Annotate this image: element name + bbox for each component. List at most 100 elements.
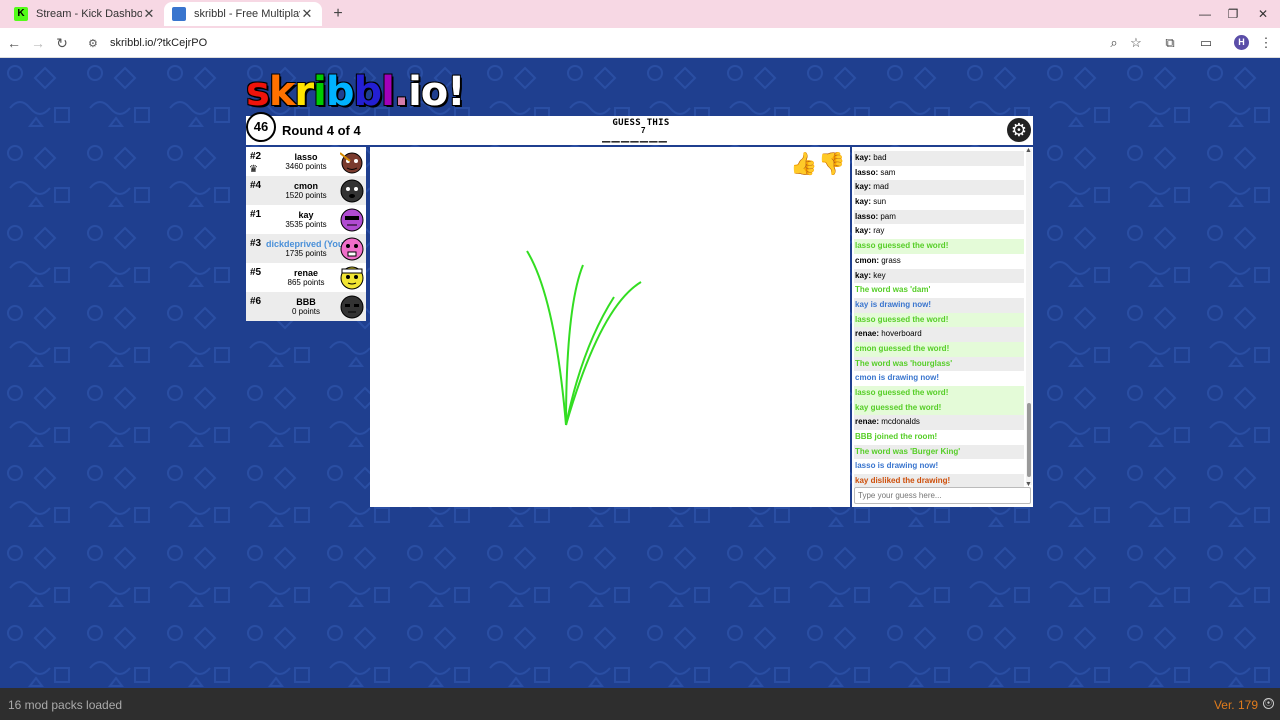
forward-icon[interactable]: →: [28, 33, 48, 53]
address-bar: ← → ↻ ⚙ skribbl.io/?tkCejrPO ⌕ ☆ ⧉ ▭ H ⋮: [0, 28, 1280, 58]
skribbl-favicon-icon: [172, 7, 186, 21]
chat-messages: kay: bad lasso: sam kay: mad kay: sun lasso:…: [854, 151, 1024, 487]
player-points: 1520 points: [285, 191, 327, 200]
logo-letter: b: [353, 69, 383, 115]
chat-username: cmon:: [855, 255, 882, 265]
player-name: lasso: [294, 152, 318, 162]
tab-title: Stream - Kick Dashboard: [36, 8, 142, 20]
restore-icon[interactable]: ❐: [1216, 0, 1250, 28]
player-rank: #5: [250, 267, 262, 278]
logo-letter: k: [268, 69, 296, 115]
chat-message: kay: sun: [854, 195, 1024, 210]
site-info-icon[interactable]: ⚙: [88, 37, 100, 50]
chat-username: lasso:: [855, 167, 881, 177]
chat-message: kay is drawing now!: [854, 297, 1024, 313]
drawing-canvas[interactable]: 👍 👎: [370, 147, 850, 507]
chat-panel: kay: bad lasso: sam kay: mad kay: sun lasso:…: [852, 147, 1033, 507]
tab-kick-dashboard[interactable]: K Stream - Kick Dashboard ✕: [6, 2, 164, 26]
round-indicator: Round 4 of 4: [282, 123, 361, 138]
chat-message: kay guessed the word!: [854, 400, 1024, 416]
chat-text: lasso guessed the word!: [855, 314, 949, 324]
version-info-icon[interactable]: ⦿: [1263, 698, 1274, 709]
chat-text: lasso guessed the word!: [855, 388, 949, 397]
chat-text: mcdonalds: [881, 417, 920, 427]
extensions-icon[interactable]: ⧉: [1160, 33, 1180, 53]
chat-username: renae:: [855, 329, 882, 339]
scroll-up-icon[interactable]: ▲: [1025, 147, 1032, 154]
close-tab-icon[interactable]: ✕: [142, 6, 156, 22]
chat-scrollbar[interactable]: ▲ ▼: [1025, 147, 1032, 488]
zoom-icon[interactable]: ⌕: [1104, 33, 1124, 53]
chat-text: key: [873, 270, 886, 280]
chat-text: bad: [873, 153, 887, 162]
status-bar: 16 mod packs loaded Ver. 179 ⦿: [0, 688, 1280, 720]
word-length: 7: [641, 126, 646, 135]
url-text: skribbl.io/?tkCejrPO: [110, 37, 208, 49]
chat-message: renae: mcdonalds: [854, 415, 1024, 431]
skribbl-logo: skribbl.io!: [246, 69, 466, 115]
logo-letter: s: [246, 69, 270, 115]
logo-letter: o: [420, 69, 449, 115]
player-avatar: [340, 295, 364, 319]
chat-message: cmon is drawing now!: [854, 371, 1024, 386]
player-row[interactable]: #6 BBB 0 points: [246, 292, 366, 321]
reload-icon[interactable]: ↻: [52, 33, 72, 53]
chat-text: hoverboard: [881, 329, 922, 339]
player-rank: #1: [250, 209, 262, 220]
profile-avatar[interactable]: H: [1234, 35, 1249, 50]
url-field[interactable]: ⚙ skribbl.io/?tkCejrPO: [80, 31, 1150, 55]
chat-text: cmon guessed the word!: [855, 343, 950, 353]
new-tab-icon[interactable]: +: [328, 4, 348, 24]
chat-text: The word was 'hourglass': [855, 358, 953, 368]
chat-text: lasso is drawing now!: [855, 461, 939, 471]
chat-message: kay: bad: [854, 151, 1024, 166]
mod-packs-status: 16 mod packs loaded: [8, 698, 123, 712]
chat-message: The word was 'dam': [854, 283, 1024, 298]
game-header: 46 Round 4 of 4 GUESS THIS _______ 7 ⚙: [246, 112, 1033, 145]
chat-message: cmon: grass: [854, 254, 1024, 269]
kick-favicon-icon: K: [14, 7, 28, 21]
player-points: 3535 points: [285, 220, 327, 229]
timer-clock-icon: 46: [246, 112, 276, 142]
bookmark-star-icon[interactable]: ☆: [1126, 33, 1146, 53]
chat-message: kay disliked the drawing!: [854, 474, 1024, 487]
drawing-strokes: [526, 250, 642, 426]
player-row[interactable]: #4 cmon 1520 points: [246, 176, 366, 205]
tab-search-icon[interactable]: ▭: [1196, 33, 1216, 53]
chat-text: kay is drawing now!: [855, 299, 932, 309]
player-rank: #4: [250, 180, 262, 191]
crown-icon: ♛: [249, 164, 258, 175]
player-points: 1735 points: [285, 249, 327, 258]
player-points: 3460 points: [285, 162, 327, 171]
player-avatar: [340, 237, 364, 261]
player-row[interactable]: #3 dickdeprived (You) 1735 points: [246, 234, 366, 263]
tab-bar: K Stream - Kick Dashboard ✕ skribbl - Fr…: [0, 0, 1280, 28]
chat-message: lasso is drawing now!: [854, 459, 1024, 474]
logo-letter: r: [294, 69, 314, 115]
player-points: 0 points: [291, 307, 321, 316]
chat-message: lasso guessed the word!: [854, 312, 1024, 328]
player-name: cmon: [293, 181, 318, 191]
logo-letter: b: [325, 69, 355, 115]
back-icon[interactable]: ←: [4, 33, 24, 53]
player-row[interactable]: #2 ♛ lasso 3460 points: [246, 147, 366, 176]
close-tab-icon[interactable]: ✕: [300, 6, 314, 22]
tab-skribbl[interactable]: skribbl - Free Multiplayer Draw ✕: [164, 2, 322, 26]
word-hint: _______: [601, 127, 668, 143]
chat-username: kay:: [855, 226, 874, 236]
chat-text: BBB joined the room!: [855, 432, 938, 442]
settings-gear-icon[interactable]: ⚙: [1007, 118, 1031, 142]
player-row[interactable]: #1 kay 3535 points: [246, 205, 366, 234]
logo-letter: !: [447, 69, 465, 115]
chat-text: grass: [881, 255, 901, 265]
player-row[interactable]: #5 renae 865 points: [246, 263, 366, 292]
chat-guess-input[interactable]: [854, 487, 1031, 504]
chat-text: kay guessed the word!: [855, 402, 942, 412]
chat-message: The word was 'hourglass': [854, 356, 1024, 372]
chat-username: kay:: [855, 270, 874, 280]
chat-username: renae:: [855, 417, 882, 427]
menu-kebab-icon[interactable]: ⋮: [1256, 33, 1276, 53]
scroll-thumb[interactable]: [1027, 403, 1031, 477]
chat-text: The word was 'dam': [855, 285, 931, 295]
close-window-icon[interactable]: ✕: [1246, 0, 1280, 28]
